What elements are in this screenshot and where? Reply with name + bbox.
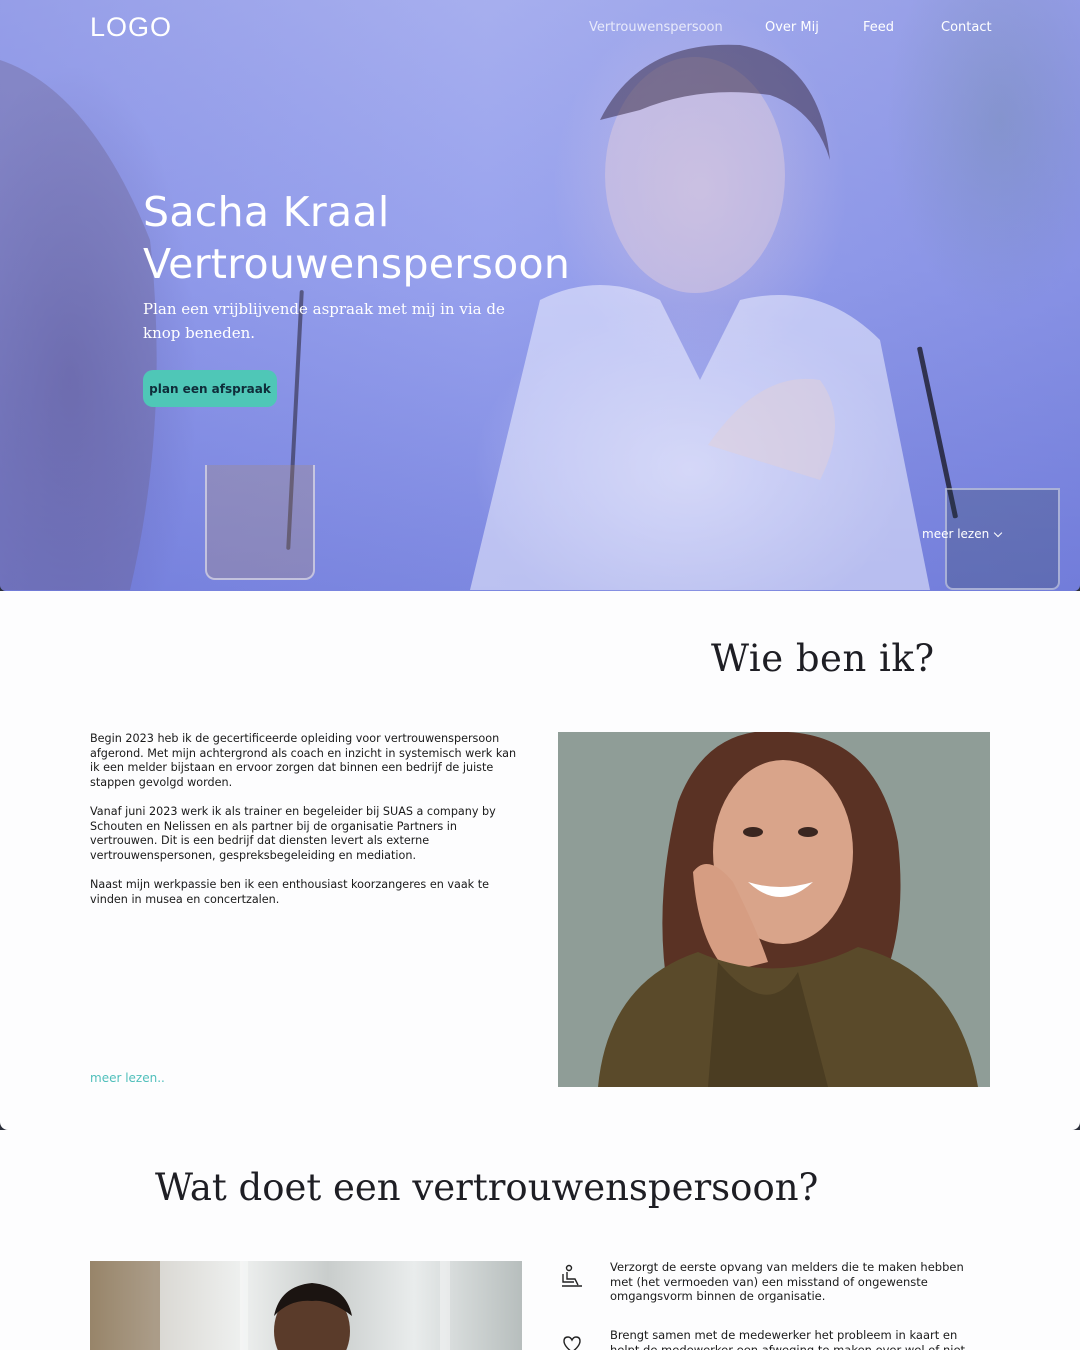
heart-hands-icon xyxy=(563,1336,581,1350)
plan-afspraak-button[interactable]: plan een afspraak xyxy=(143,370,277,407)
about-section: Wie ben ik? Begin 2023 heb ik de gecerti… xyxy=(0,591,1080,1130)
hero-title-role: Vertrouwenspersoon xyxy=(143,240,571,288)
meer-lezen-link[interactable]: meer lezen xyxy=(922,527,1003,541)
about-heading: Wie ben ik? xyxy=(711,637,935,680)
about-paragraph: Begin 2023 heb ik de gecertificeerde opl… xyxy=(90,732,517,789)
about-read-more-link[interactable]: meer lezen.. xyxy=(90,1071,165,1085)
hero-title-name: Sacha Kraal xyxy=(143,188,390,236)
vertrouwenspersoon-photo xyxy=(90,1261,522,1350)
nav-contact[interactable]: Contact xyxy=(941,20,992,35)
hero-photo xyxy=(0,44,930,590)
chevron-down-icon xyxy=(993,528,1003,537)
hero-subtitle: Plan een vrijblijvende aspraak met mij i… xyxy=(143,300,505,342)
about-paragraph: Naast mijn werkpassie ben ik een enthous… xyxy=(90,877,489,906)
duty-text: Verzorgt de eerste opvang van melders di… xyxy=(610,1260,964,1304)
nav-vertrouwenspersoon[interactable]: Vertrouwenspersoon xyxy=(589,20,723,35)
what-heading: Wat doet een vertrouwenspersoon? xyxy=(155,1166,819,1209)
about-text: Begin 2023 heb ik de gecertificeerde opl… xyxy=(90,732,525,922)
portrait-photo xyxy=(558,732,990,1087)
person-seated-icon xyxy=(562,1264,582,1287)
duty-text: Brengt samen met de medewerker het probl… xyxy=(610,1328,966,1350)
hero-title: Sacha Kraal Vertrouwenspersoon xyxy=(143,186,570,290)
nav-feed[interactable]: Feed xyxy=(863,20,894,35)
nav-over-mij[interactable]: Over Mij xyxy=(765,20,819,35)
main-nav: Vertrouwenspersoon Over Mij Feed Contact xyxy=(0,20,1080,40)
about-paragraph: Vanaf juni 2023 werk ik als trainer en b… xyxy=(90,804,496,862)
meer-lezen-label: meer lezen xyxy=(922,527,990,541)
what-section: Wat doet een vertrouwenspersoon? Verzorg… xyxy=(0,1130,1080,1350)
hero-section: LOGO Vertrouwenspersoon Over Mij Feed Co… xyxy=(0,0,1080,591)
